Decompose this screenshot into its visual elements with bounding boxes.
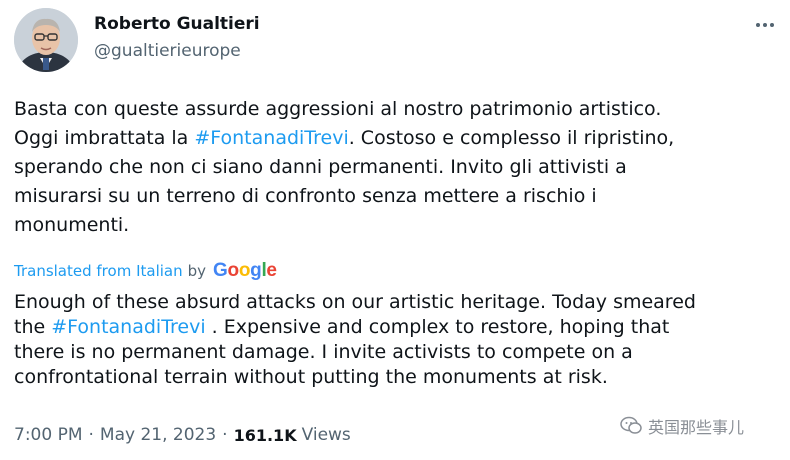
translated-by-label: by: [187, 262, 207, 280]
more-options-button[interactable]: [750, 10, 780, 40]
wechat-icon: [620, 416, 642, 436]
author-name[interactable]: Roberto Gualtieri: [94, 14, 260, 34]
translation-text: Enough of these absurd attacks on our ar…: [14, 290, 774, 390]
views-count: 161.1K: [233, 425, 297, 445]
meta-separator: ·: [222, 425, 228, 445]
translation-line: confrontational terrain without putting …: [14, 366, 608, 388]
author-handle[interactable]: @gualtierieurope: [94, 41, 241, 61]
tweet-text-segment: . Costoso e complesso il ripristino,: [348, 127, 675, 149]
watermark-text: 英国那些事儿: [648, 418, 745, 437]
avatar[interactable]: [14, 8, 78, 72]
translation-attribution: Translated from Italian by Google: [14, 260, 277, 282]
tweet-time[interactable]: 7:00 PM: [14, 425, 83, 445]
meta-separator: ·: [88, 425, 94, 445]
translation-line: there is no permanent damage. I invite a…: [14, 341, 633, 363]
tweet-text-segment: Oggi imbrattata la: [14, 127, 195, 149]
avatar-photo: [14, 8, 78, 72]
google-logo-letter: g: [250, 260, 262, 281]
google-logo-letter: e: [266, 260, 277, 281]
google-logo-letter: o: [227, 260, 240, 281]
tweet-line: misurarsi su un terreno di confronto sen…: [14, 185, 597, 207]
google-logo-letter: o: [238, 260, 251, 281]
tweet-text: Basta con queste assurde aggressioni al …: [14, 95, 774, 240]
translated-from-link[interactable]: Translated from Italian: [14, 262, 183, 280]
translation-text-segment: . Expensive and complex to restore, hopi…: [205, 316, 670, 338]
views-label: Views: [301, 425, 351, 445]
hashtag-link[interactable]: #FontanadiTrevi: [194, 127, 348, 149]
tweet-meta: 7:00 PM · May 21, 2023 · 161.1K Views: [14, 425, 351, 445]
tweet-line: monumenti.: [14, 214, 130, 236]
more-horizontal-icon: [756, 23, 774, 27]
google-logo-letter: G: [213, 260, 228, 281]
tweet-line: Oggi imbrattata la #FontanadiTrevi. Cost…: [14, 124, 774, 153]
tweet-line: Basta con queste assurde aggressioni al …: [14, 98, 662, 120]
watermark: 英国那些事儿: [620, 414, 744, 438]
tweet-date[interactable]: May 21, 2023: [100, 425, 216, 445]
translation-line: the #FontanadiTrevi . Expensive and comp…: [14, 315, 774, 340]
tweet-line: sperando che non ci siano danni permanen…: [14, 156, 627, 178]
google-logo: Google: [213, 260, 277, 282]
translation-line: Enough of these absurd attacks on our ar…: [14, 291, 696, 313]
hashtag-link[interactable]: #FontanadiTrevi: [51, 316, 205, 338]
translation-text-segment: the: [14, 316, 52, 338]
